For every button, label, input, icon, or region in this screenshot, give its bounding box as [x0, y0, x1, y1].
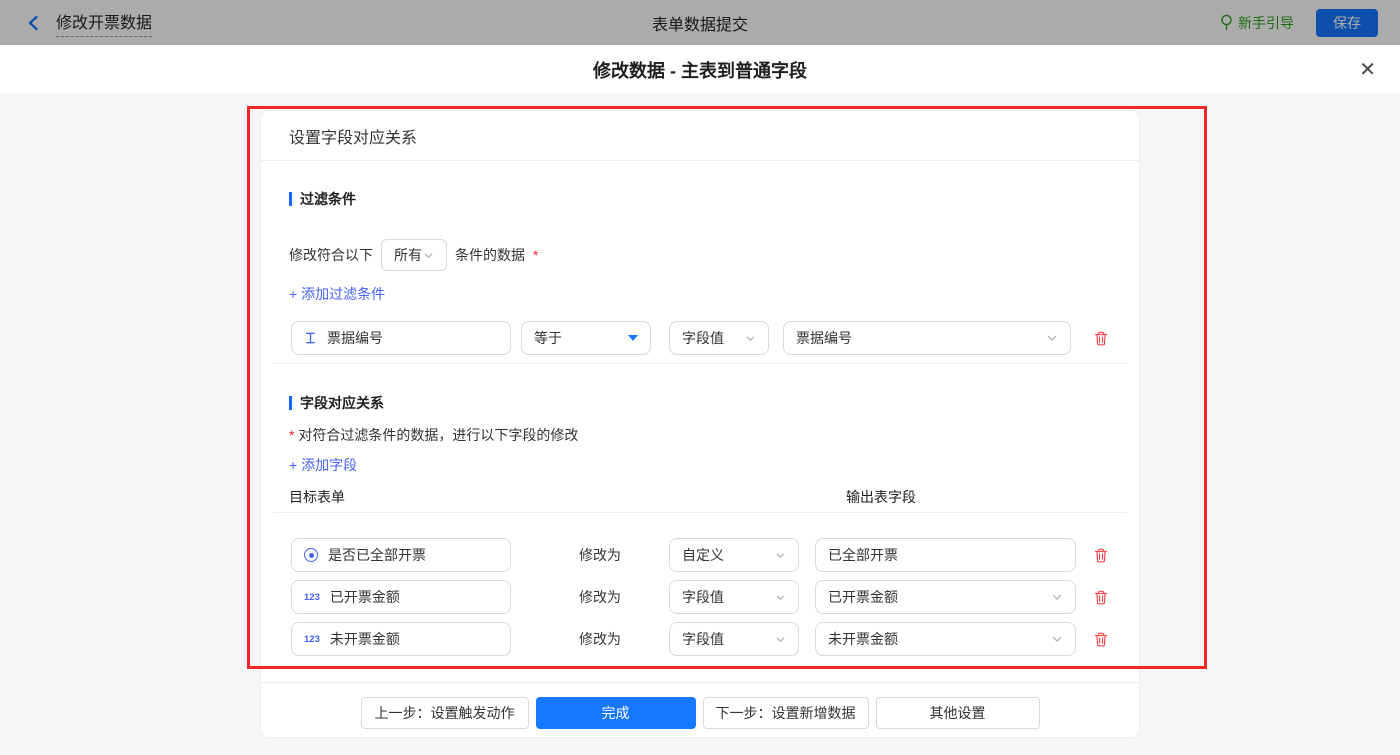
radio-field-icon: [304, 548, 318, 562]
value-type-select[interactable]: 字段值: [669, 622, 799, 656]
done-button[interactable]: 完成: [536, 697, 696, 729]
chevron-down-icon: [775, 634, 786, 645]
other-settings-button[interactable]: 其他设置: [876, 697, 1040, 729]
delete-mapping-icon[interactable]: [1093, 547, 1109, 564]
topbar-left: 修改开票数据: [26, 9, 152, 37]
chevron-down-icon: [1046, 332, 1058, 344]
target-field-picker[interactable]: 是否已全部开票: [291, 538, 511, 572]
chevron-down-icon: [423, 250, 434, 261]
custom-value-input[interactable]: [815, 538, 1076, 572]
modify-to-label: 修改为: [579, 545, 669, 565]
beginner-guide-link[interactable]: 新手引导: [1220, 13, 1294, 33]
filter-operator-select[interactable]: 等于: [521, 321, 651, 355]
modal-title: 修改数据 - 主表到普通字段: [593, 57, 807, 83]
topbar-title: 表单数据提交: [652, 11, 748, 35]
topbar: 修改开票数据 表单数据提交 新手引导 保存: [0, 0, 1400, 45]
modal-header: 修改数据 - 主表到普通字段 ✕: [0, 45, 1400, 95]
section-bar: [289, 396, 292, 410]
panel-footer: 上一步：设置触发动作 完成 下一步：设置新增数据 其他设置: [261, 682, 1139, 729]
mapping-description: * 对符合过滤条件的数据，进行以下字段的修改: [289, 426, 1111, 444]
add-field-link[interactable]: + 添加字段: [289, 455, 357, 475]
delete-mapping-icon[interactable]: [1093, 631, 1109, 648]
screen: 修改开票数据 表单数据提交 新手引导 保存 修改数据 - 主表到普通字段 ✕ 设…: [0, 0, 1400, 755]
beginner-guide-label: 新手引导: [1238, 13, 1294, 33]
column-output-field: 输出表字段: [846, 487, 916, 507]
chevron-down-icon: [775, 592, 786, 603]
number-field-icon: 123: [304, 634, 320, 645]
add-filter-condition-link[interactable]: + 添加过滤条件: [289, 284, 385, 304]
match-prefix-label: 修改符合以下: [289, 245, 373, 265]
required-mark: *: [533, 247, 538, 263]
match-suffix-label: 条件的数据: [455, 245, 525, 265]
divider: [273, 512, 1127, 513]
topbar-right: 新手引导 保存: [1220, 9, 1378, 37]
mapping-row: 是否已全部开票 修改为 自定义: [289, 538, 1111, 572]
modify-to-label: 修改为: [579, 629, 669, 649]
filter-section-title: 过滤条件: [289, 189, 1111, 209]
mapping-table-header: 目标表单 输出表字段: [289, 487, 1111, 504]
close-icon[interactable]: ✕: [1359, 60, 1376, 80]
target-field-picker[interactable]: 123 未开票金额: [291, 622, 511, 656]
chevron-down-icon: [1051, 591, 1063, 603]
chevron-down-icon: [1051, 633, 1063, 645]
match-mode-select[interactable]: 所有: [381, 239, 447, 271]
section-bar: [289, 192, 292, 206]
chevron-down-icon: [775, 550, 786, 561]
settings-panel: 设置字段对应关系 过滤条件 修改符合以下 所有 条件的数据: [260, 110, 1140, 738]
lightbulb-icon: [1220, 14, 1233, 31]
number-field-icon: 123: [304, 592, 320, 603]
panel-content: 过滤条件 修改符合以下 所有 条件的数据 * + 添加过滤条件: [261, 161, 1139, 682]
value-type-select[interactable]: 字段值: [669, 580, 799, 614]
value-type-select[interactable]: 自定义: [669, 538, 799, 572]
mapping-row: 123 已开票金额 修改为 字段值 已开票金额: [289, 580, 1111, 614]
output-field-select[interactable]: 未开票金额: [815, 622, 1076, 656]
text-field-icon: [304, 331, 317, 345]
panel-header: 设置字段对应关系: [261, 111, 1139, 161]
target-field-picker[interactable]: 123 已开票金额: [291, 580, 511, 614]
mapping-section-title: 字段对应关系: [289, 393, 1111, 413]
column-target-form: 目标表单: [289, 489, 345, 505]
filter-value-type-select[interactable]: 字段值: [669, 321, 769, 355]
next-step-button[interactable]: 下一步：设置新增数据: [703, 697, 869, 729]
filter-value-select[interactable]: 票据编号: [783, 321, 1071, 355]
workflow-name[interactable]: 修改开票数据: [56, 9, 152, 37]
modify-to-label: 修改为: [579, 587, 669, 607]
mapping-row: 123 未开票金额 修改为 字段值 未开票金额: [289, 622, 1111, 656]
back-chevron-icon[interactable]: [26, 15, 40, 31]
required-mark: *: [289, 427, 294, 443]
filter-condition-row: 票据编号 等于 字段值 票据编号: [289, 321, 1111, 355]
match-condition-line: 修改符合以下 所有 条件的数据 *: [289, 238, 1111, 272]
save-button[interactable]: 保存: [1316, 9, 1378, 37]
chevron-down-icon: [745, 333, 756, 344]
filter-field-picker[interactable]: 票据编号: [291, 321, 511, 355]
delete-filter-icon[interactable]: [1093, 330, 1109, 347]
delete-mapping-icon[interactable]: [1093, 589, 1109, 606]
divider: [273, 363, 1127, 364]
prev-step-button[interactable]: 上一步：设置触发动作: [361, 697, 529, 729]
output-field-select[interactable]: 已开票金额: [815, 580, 1076, 614]
caret-down-icon: [628, 335, 638, 341]
modal-body: 设置字段对应关系 过滤条件 修改符合以下 所有 条件的数据: [0, 95, 1400, 755]
